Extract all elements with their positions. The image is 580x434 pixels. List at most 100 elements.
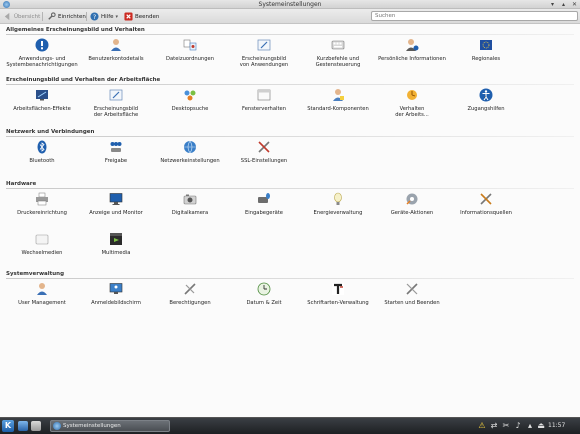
device-actions-icon	[406, 193, 418, 205]
settings-item-info-sources[interactable]: Informationsquellen	[450, 192, 522, 216]
workspace-appearance-icon	[109, 89, 123, 101]
input-devices-icon	[258, 193, 270, 203]
quit-label: Beenden	[135, 13, 160, 20]
settings-item-fonts[interactable]: Schriftarten-Verwaltung	[302, 282, 374, 306]
search-input[interactable]	[371, 11, 578, 21]
item-label: Anwendungs- und Systembenachrichtigungen	[6, 56, 78, 68]
settings-item-removable-media[interactable]: Wechselmedien	[6, 232, 78, 256]
login-screen-icon	[109, 283, 123, 294]
volume-icon[interactable]: ♪	[513, 421, 523, 431]
settings-item-app-appearance[interactable]: Erscheinungsbild von Anwendungen	[228, 38, 300, 68]
sharing-icon	[110, 142, 122, 152]
maximize-icon[interactable]: ▴	[560, 1, 567, 8]
settings-item-permissions[interactable]: Berechtigungen	[154, 282, 226, 306]
application-launcher-icon[interactable]: K	[2, 420, 14, 432]
file-associations-icon	[183, 39, 197, 51]
taskbar-task-settings[interactable]: Systemeinstellungen	[50, 420, 170, 432]
settings-item-camera[interactable]: Digitalkamera	[154, 192, 226, 216]
configure-button[interactable]: Einrichten	[47, 11, 86, 22]
window-behavior-icon	[257, 89, 271, 101]
item-label: Datum & Zeit	[246, 300, 282, 306]
settings-item-desktop-effects[interactable]: Arbeitsflächen-Effekte	[6, 88, 78, 112]
minimize-icon[interactable]: ▾	[549, 1, 556, 8]
settings-item-user-management[interactable]: User Management	[6, 282, 78, 306]
settings-item-startup-shutdown[interactable]: Starten und Beenden	[376, 282, 448, 306]
printer-icon	[36, 192, 48, 206]
item-label: Starten und Beenden	[384, 300, 440, 306]
item-label: Desktopsuche	[171, 106, 209, 112]
section-network: Netzwerk und Verbindungen Bluetooth Frei…	[0, 128, 580, 174]
settings-item-shortcuts[interactable]: Kurzbefehle und Gestensteuerung	[302, 38, 374, 68]
chevron-down-icon: ▾	[115, 13, 119, 20]
item-label: Zugangshilfen	[467, 106, 505, 112]
settings-item-multimedia[interactable]: Multimedia	[80, 232, 152, 256]
network-settings-icon	[184, 140, 196, 154]
overview-label: Übersicht	[14, 13, 41, 20]
ssl-tools-icon	[258, 141, 270, 153]
settings-item-input-devices[interactable]: Eingabegeräte	[228, 192, 300, 216]
toolbar-separator	[42, 12, 43, 21]
back-arrow-icon	[4, 12, 10, 21]
info-sources-icon	[480, 193, 492, 205]
item-label: Geräte-Aktionen	[390, 210, 434, 216]
settings-item-window-behavior[interactable]: Fensterverhalten	[228, 88, 300, 112]
info-icon	[35, 38, 49, 52]
settings-item-login-screen[interactable]: Anmeldebildschirm	[80, 282, 152, 306]
settings-item-monitor[interactable]: Anzeige und Monitor	[80, 192, 152, 216]
settings-app-icon	[53, 422, 61, 430]
font-management-icon	[332, 283, 344, 295]
settings-item-regional[interactable]: Regionales	[450, 38, 522, 62]
close-icon[interactable]: ✕	[571, 1, 578, 8]
settings-item-workspace-appearance[interactable]: Erscheinungsbild der Arbeitsfläche	[80, 88, 152, 118]
settings-item-default-components[interactable]: Standard-Komponenten	[302, 88, 374, 112]
settings-item-accessibility[interactable]: Zugangshilfen	[450, 88, 522, 112]
item-label: Dateizuordnungen	[166, 56, 214, 62]
file-manager-icon[interactable]	[31, 421, 41, 431]
settings-grid: Allgemeines Erscheinungsbild und Verhalt…	[0, 24, 580, 417]
user-account-icon	[111, 39, 121, 51]
settings-item-sharing[interactable]: Freigabe	[80, 140, 152, 164]
item-label: Bluetooth	[29, 158, 55, 164]
desktop-icon[interactable]	[18, 421, 28, 431]
clock[interactable]: 11:57	[548, 422, 565, 429]
settings-item-account-details[interactable]: Benutzerkontodetails	[80, 38, 152, 62]
item-label: Freigabe	[104, 158, 128, 164]
item-label: Arbeitsflächen-Effekte	[13, 106, 71, 112]
item-label: Regionales	[471, 56, 501, 62]
item-label: Berechtigungen	[169, 300, 211, 306]
item-label: Anzeige und Monitor	[89, 210, 143, 216]
window-titlebar[interactable]: Systemeinstellungen ▾ ▴ ✕	[0, 0, 580, 9]
settings-item-network-settings[interactable]: Netzwerkeinstellungen	[154, 140, 226, 164]
section-system-administration: Systemverwaltung User Management Anmelde…	[0, 270, 580, 316]
notification-icon[interactable]: ⚠	[477, 421, 487, 431]
help-button[interactable]: ? Hilfe ▾	[90, 11, 118, 22]
toolbar-separator	[86, 12, 87, 21]
section-divider	[6, 278, 574, 279]
settings-item-printer[interactable]: Druckereinrichtung	[6, 192, 78, 216]
settings-item-notifications[interactable]: Anwendungs- und Systembenachrichtigungen	[6, 38, 78, 68]
item-label: Informationsquellen	[460, 210, 512, 216]
item-label: Kurzbefehle und Gestensteuerung	[315, 56, 361, 68]
power-management-icon	[334, 192, 342, 205]
overview-button[interactable]: Übersicht	[3, 11, 40, 22]
settings-item-file-associations[interactable]: Dateizuordnungen	[154, 38, 226, 62]
quit-icon	[124, 12, 133, 21]
settings-item-device-actions[interactable]: Geräte-Aktionen	[376, 192, 448, 216]
section-title: Netzwerk und Verbindungen	[6, 129, 95, 135]
tray-expand-icon[interactable]: ▴	[525, 421, 535, 431]
quit-button[interactable]: Beenden	[124, 11, 159, 22]
item-label: Erscheinungsbild der Arbeitsfläche	[93, 106, 139, 118]
settings-item-personal-info[interactable]: Persönliche Informationen	[376, 38, 448, 62]
settings-item-power[interactable]: Energieverwaltung	[302, 192, 374, 216]
settings-item-date-time[interactable]: Datum & Zeit	[228, 282, 300, 306]
desktop-search-icon	[184, 90, 196, 101]
network-icon[interactable]: ⇄	[489, 421, 499, 431]
clipboard-icon[interactable]: ✂	[501, 421, 511, 431]
settings-item-bluetooth[interactable]: Bluetooth	[6, 140, 78, 164]
section-hardware: Hardware Druckereinrichtung Anzeige und …	[0, 180, 580, 272]
settings-item-desktop-search[interactable]: Desktopsuche	[154, 88, 226, 112]
settings-item-ssl[interactable]: SSL-Einstellungen	[228, 140, 300, 164]
device-notifier-icon[interactable]: ⏏	[536, 421, 546, 431]
item-label: Fensterverhalten	[242, 106, 286, 112]
settings-item-workspace-behavior[interactable]: Verhalten der Arbeits...	[376, 88, 448, 118]
